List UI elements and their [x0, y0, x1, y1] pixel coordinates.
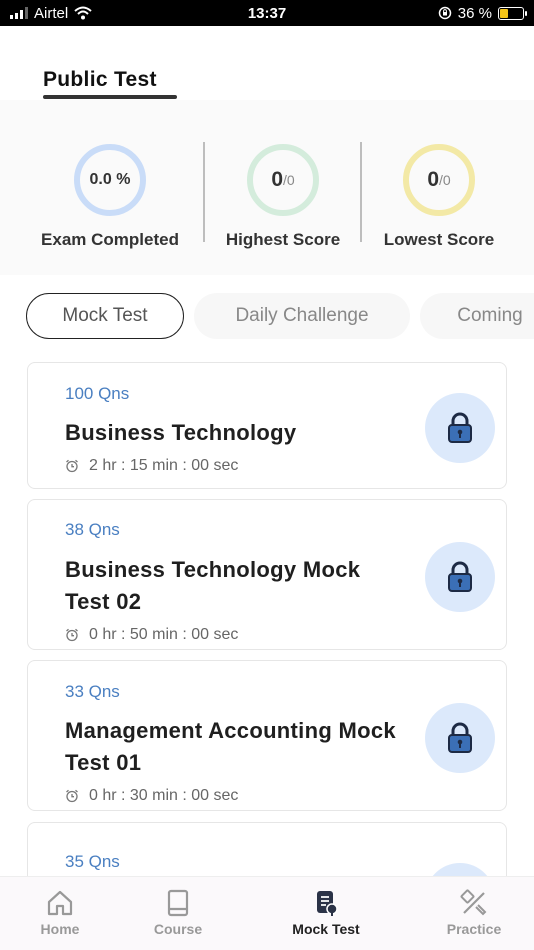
duration-text: 2 hr : 15 min : 00 sec — [89, 457, 239, 474]
exam-completed-value: 0.0 % — [89, 171, 131, 188]
test-duration: 0 hr : 30 min : 00 sec — [65, 787, 238, 805]
test-title: Business Technology — [65, 420, 297, 445]
filter-chips: Mock Test Daily Challenge Coming — [0, 292, 534, 340]
alarm-clock-icon — [66, 789, 78, 803]
tab-underline — [43, 95, 177, 99]
stat-lowest-score: 0/0 Lowest Score — [354, 144, 524, 250]
highest-score-value: 0 — [271, 168, 283, 191]
highest-score-total: /0 — [283, 172, 295, 188]
question-count: 35 Qns — [65, 852, 120, 871]
battery-percent: 36 % — [457, 4, 492, 22]
test-card[interactable]: 33 Qns Management Accounting Mock Test 0… — [27, 660, 507, 811]
lock-icon — [448, 412, 472, 443]
practice-tools-icon — [460, 889, 487, 916]
exam-completed-ring: 0.0 % — [74, 144, 146, 216]
lock-button[interactable] — [425, 393, 495, 463]
chip-mock-test[interactable]: Mock Test — [26, 293, 184, 339]
wifi-icon — [74, 6, 92, 20]
lock-button[interactable] — [425, 703, 495, 773]
stat-exam-completed: 0.0 % Exam Completed — [25, 144, 195, 250]
lowest-score-ring: 0/0 — [403, 144, 475, 216]
status-bar: Airtel 13:37 36 % — [0, 0, 534, 26]
tab-public-test[interactable]: Public Test — [43, 68, 157, 92]
orientation-lock-icon — [438, 6, 452, 20]
carrier-name: Airtel — [34, 4, 69, 22]
highest-score-label: Highest Score — [225, 230, 341, 249]
lock-button[interactable] — [425, 542, 495, 612]
duration-text: 0 hr : 30 min : 00 sec — [89, 787, 239, 804]
nav-course[interactable]: Course — [128, 889, 228, 937]
highest-score-ring: 0/0 — [247, 144, 319, 216]
question-count: 33 Qns — [65, 682, 120, 701]
status-bar-right: 36 % — [438, 4, 527, 22]
nav-home[interactable]: Home — [10, 889, 110, 937]
home-icon — [47, 890, 73, 916]
nav-course-label: Course — [153, 921, 203, 937]
alarm-clock-icon — [66, 459, 78, 473]
question-count: 38 Qns — [65, 520, 120, 539]
chip-daily-challenge[interactable]: Daily Challenge — [194, 293, 410, 339]
question-count: 100 Qns — [65, 384, 130, 403]
chip-coming[interactable]: Coming — [420, 293, 534, 339]
test-duration: 0 hr : 50 min : 00 sec — [65, 626, 238, 644]
test-card[interactable]: 38 Qns Business Technology Mock Test 02 … — [27, 499, 507, 650]
test-title: Business Technology Mock Test 02 — [65, 557, 361, 614]
lock-icon — [448, 722, 472, 753]
test-card[interactable]: 100 Qns Business Technology 2 hr : 15 mi… — [27, 362, 507, 489]
signal-icon — [10, 7, 28, 19]
test-title: Management Accounting Mock Test 01 — [65, 718, 396, 775]
lowest-score-label: Lowest Score — [383, 230, 495, 249]
test-duration: 2 hr : 15 min : 00 sec — [65, 457, 238, 475]
alarm-clock-icon — [66, 628, 78, 642]
nav-practice[interactable]: Practice — [424, 889, 524, 937]
status-bar-left: Airtel — [10, 5, 92, 22]
nav-mock-test[interactable]: Mock Test — [276, 889, 376, 937]
exam-document-icon — [317, 891, 338, 916]
lowest-score-total: /0 — [439, 172, 451, 188]
stat-highest-score: 0/0 Highest Score — [198, 144, 368, 250]
lowest-score-value: 0 — [427, 168, 439, 191]
duration-text: 0 hr : 50 min : 00 sec — [89, 626, 239, 643]
book-icon — [167, 889, 189, 917]
bottom-nav: Home Course Mock Test Practice — [0, 876, 534, 950]
nav-home-label: Home — [40, 921, 80, 937]
header: Public Test — [0, 26, 534, 100]
nav-practice-label: Practice — [446, 921, 502, 937]
nav-mock-test-label: Mock Test — [292, 921, 360, 937]
exam-completed-label: Exam Completed — [41, 230, 179, 249]
battery-icon — [498, 6, 527, 20]
lock-icon — [448, 561, 472, 592]
stats-panel: 0.0 % Exam Completed 0/0 Highest Score 0… — [0, 100, 534, 275]
